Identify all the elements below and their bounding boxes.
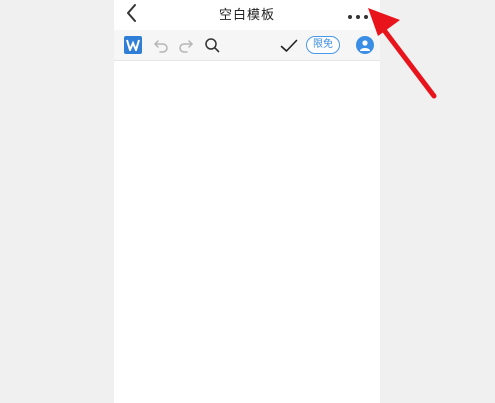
phone-screen: 空白模板 限免	[114, 0, 380, 403]
wps-logo-icon[interactable]	[124, 36, 142, 54]
checkmark-icon[interactable]	[280, 38, 298, 52]
redo-icon[interactable]	[178, 37, 194, 53]
search-icon[interactable]	[204, 37, 220, 53]
user-avatar-icon[interactable]	[356, 36, 374, 54]
document-canvas[interactable]	[114, 61, 380, 403]
top-navigation-bar: 空白模板	[114, 0, 380, 28]
editor-toolbar: 限免	[114, 30, 380, 61]
undo-icon[interactable]	[153, 37, 169, 53]
limited-free-badge[interactable]: 限免	[306, 36, 340, 54]
page-title: 空白模板	[218, 8, 275, 23]
more-dots-icon[interactable]	[347, 7, 369, 19]
